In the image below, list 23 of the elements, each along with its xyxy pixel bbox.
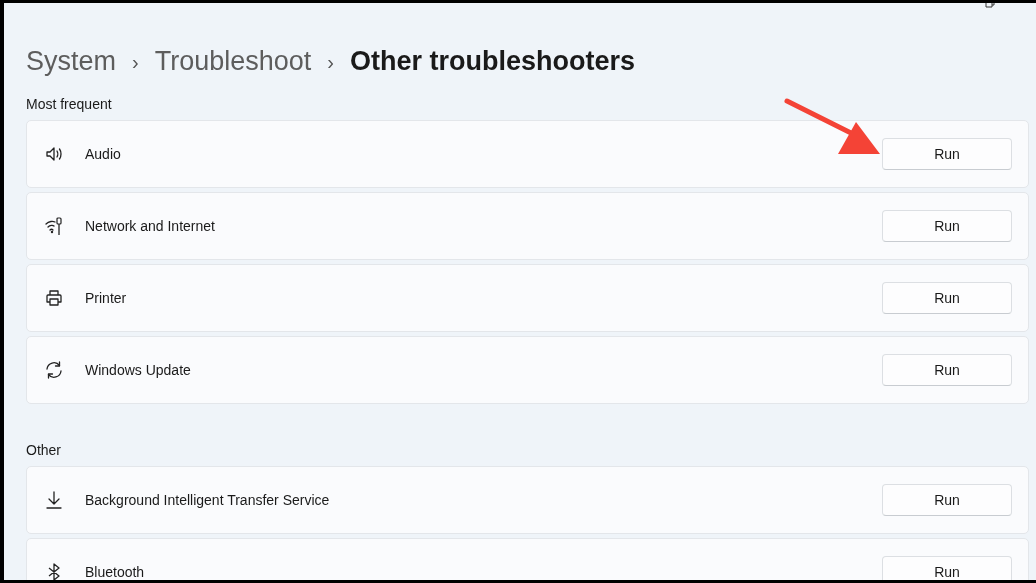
run-button[interactable]: Run [882,556,1012,580]
printer-icon [44,288,64,308]
run-button[interactable]: Run [882,210,1012,242]
run-button[interactable]: Run [882,354,1012,386]
section-heading: Most frequent [26,94,112,114]
troubleshooter-label: Background Intelligent Transfer Service [85,490,331,510]
chevron-icon: › [327,46,334,77]
run-button[interactable]: Run [882,484,1012,516]
breadcrumb-link[interactable]: System [26,41,117,82]
section-heading: Other [26,440,61,460]
breadcrumb-link[interactable]: Troubleshoot [154,41,312,82]
run-button[interactable]: Run [882,282,1012,314]
refresh-icon [44,360,64,380]
troubleshooter-label: Audio [85,144,122,164]
page-title: Other troubleshooters [350,45,635,79]
wifi-icon [44,216,64,236]
troubleshooter-label: Bluetooth [85,562,146,580]
troubleshooter-label: Printer [85,288,128,308]
chevron-icon: › [132,46,139,77]
download-icon [44,490,64,510]
troubleshooter-label: Windows Update [85,360,192,380]
run-button[interactable]: Run [882,138,1012,170]
troubleshooter-label: Network and Internet [85,216,216,236]
